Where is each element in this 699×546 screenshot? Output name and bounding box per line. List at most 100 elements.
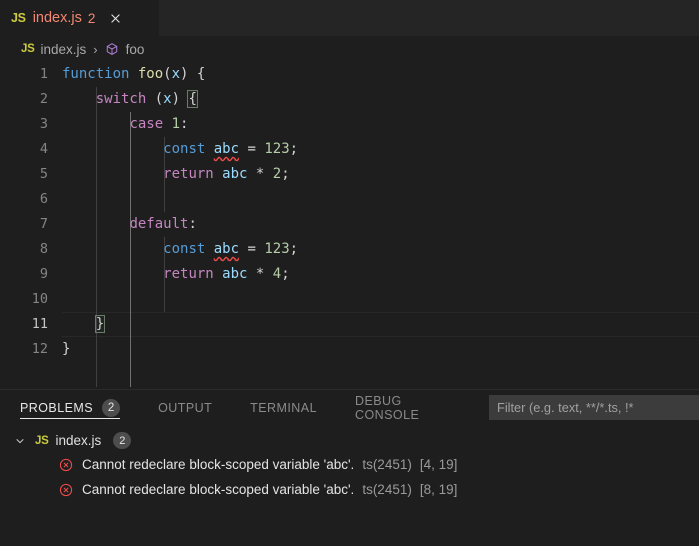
line-content: }	[62, 337, 70, 362]
code-line: 3 case 1:	[0, 112, 699, 137]
token-variable: x	[163, 91, 171, 107]
chevron-down-icon[interactable]	[12, 433, 28, 449]
line-content: default:	[62, 212, 197, 237]
token-number: 2	[273, 166, 281, 182]
token-variable-error: abc	[214, 141, 239, 157]
problem-code: ts(2451)	[362, 482, 412, 497]
token-keyword: const	[163, 141, 205, 157]
line-content: const abc = 123;	[62, 137, 298, 162]
code-content: 1 function foo(x) { 2 switch (x) { 3 cas…	[0, 62, 699, 362]
code-line: 5 return abc * 2;	[0, 162, 699, 187]
token-punct: }	[62, 341, 70, 357]
code-line: 10	[0, 287, 699, 312]
code-line: 8 const abc = 123;	[0, 237, 699, 262]
token-operator: =	[247, 241, 255, 257]
line-content: }	[62, 312, 104, 337]
problem-message: Cannot redeclare block-scoped variable '…	[82, 482, 354, 497]
token-punct: :	[188, 216, 196, 232]
problems-filter-placeholder: Filter (e.g. text, **/*.ts, !*	[497, 400, 634, 415]
token-punct: ) {	[180, 66, 205, 82]
line-content: return abc * 2;	[62, 162, 290, 187]
token-number: 123	[264, 241, 289, 257]
problem-code: ts(2451)	[362, 457, 412, 472]
close-icon[interactable]	[106, 9, 124, 27]
problem-item[interactable]: Cannot redeclare block-scoped variable '…	[0, 452, 699, 477]
token-number: 123	[264, 141, 289, 157]
tab-problems[interactable]: PROBLEMS 2	[20, 390, 133, 425]
line-content: case 1:	[62, 112, 188, 137]
code-line: 4 const abc = 123;	[0, 137, 699, 162]
code-editor[interactable]: 1 function foo(x) { 2 switch (x) { 3 cas…	[0, 62, 699, 389]
token-number: 4	[273, 266, 281, 282]
line-number: 4	[0, 137, 48, 162]
line-number: 6	[0, 187, 48, 212]
problems-file-group[interactable]: JS index.js 2	[0, 429, 699, 452]
line-number: 10	[0, 287, 48, 312]
vscode-workbench: JS index.js 2 JS index.js › foo	[0, 0, 699, 546]
token-control-keyword: switch	[96, 91, 147, 107]
editor-tab-index-js[interactable]: JS index.js 2	[0, 0, 160, 36]
bracket-match-highlight: }	[96, 316, 104, 332]
token-punct: :	[180, 116, 188, 132]
problems-list: JS index.js 2 Cannot redeclare block-sco…	[0, 425, 699, 546]
line-content: const abc = 123;	[62, 237, 298, 262]
token-punct: )	[172, 91, 189, 107]
line-content: return abc * 4;	[62, 262, 290, 287]
token-keyword: const	[163, 241, 205, 257]
error-icon	[58, 482, 74, 498]
problem-message: Cannot redeclare block-scoped variable '…	[82, 457, 354, 472]
tab-terminal-label: TERMINAL	[250, 401, 317, 415]
line-number: 9	[0, 262, 48, 287]
js-icon: JS	[11, 11, 26, 25]
problem-location: [4, 19]	[420, 457, 458, 472]
code-line: 1 function foo(x) {	[0, 62, 699, 87]
line-number: 3	[0, 112, 48, 137]
token-number: 1	[172, 116, 180, 132]
bottom-panel: PROBLEMS 2 OUTPUT TERMINAL DEBUG CONSOLE…	[0, 389, 699, 546]
editor-tab-bar: JS index.js 2	[0, 0, 699, 36]
token-variable: x	[172, 66, 180, 82]
tab-debug-console-label: DEBUG CONSOLE	[355, 394, 448, 422]
token-punct: ;	[290, 241, 298, 257]
line-content: function foo(x) {	[62, 62, 205, 87]
tab-terminal[interactable]: TERMINAL	[250, 390, 330, 425]
token-operator: *	[256, 266, 264, 282]
token-operator: =	[247, 141, 255, 157]
line-number: 5	[0, 162, 48, 187]
line-number: 2	[0, 87, 48, 112]
token-punct: ;	[281, 266, 289, 282]
tab-bar-empty-space	[160, 0, 699, 36]
code-line-active: 11 }	[0, 312, 699, 337]
code-line: 9 return abc * 4;	[0, 262, 699, 287]
code-line: 7 default:	[0, 212, 699, 237]
line-number: 7	[0, 212, 48, 237]
breadcrumb-file[interactable]: index.js	[40, 42, 86, 57]
code-line: 6	[0, 187, 699, 212]
chevron-right-icon: ›	[93, 42, 97, 57]
problems-file-name: index.js	[55, 433, 101, 448]
breadcrumb-symbol[interactable]: foo	[126, 42, 145, 57]
line-number: 12	[0, 337, 48, 362]
code-line: 2 switch (x) {	[0, 87, 699, 112]
token-variable-error: abc	[214, 241, 239, 257]
line-number: 11	[0, 312, 48, 337]
problem-location: [8, 19]	[420, 482, 458, 497]
token-variable: abc	[222, 166, 247, 182]
token-variable: abc	[222, 266, 247, 282]
problems-count-badge: 2	[102, 399, 120, 417]
problem-item[interactable]: Cannot redeclare block-scoped variable '…	[0, 477, 699, 502]
error-icon	[58, 457, 74, 473]
token-control-keyword: case	[129, 116, 163, 132]
editor-tab-label: index.js	[33, 10, 82, 26]
code-line: 12 }	[0, 337, 699, 362]
symbol-method-icon	[105, 42, 120, 57]
js-icon: JS	[21, 43, 34, 55]
token-punct: ;	[281, 166, 289, 182]
problems-file-count-badge: 2	[113, 432, 131, 449]
tab-output[interactable]: OUTPUT	[158, 390, 225, 425]
tab-debug-console[interactable]: DEBUG CONSOLE	[355, 390, 461, 425]
line-number: 8	[0, 237, 48, 262]
bracket-match-highlight: {	[188, 91, 196, 107]
line-content: switch (x) {	[62, 87, 197, 112]
problems-filter-input[interactable]: Filter (e.g. text, **/*.ts, !*	[489, 395, 699, 420]
